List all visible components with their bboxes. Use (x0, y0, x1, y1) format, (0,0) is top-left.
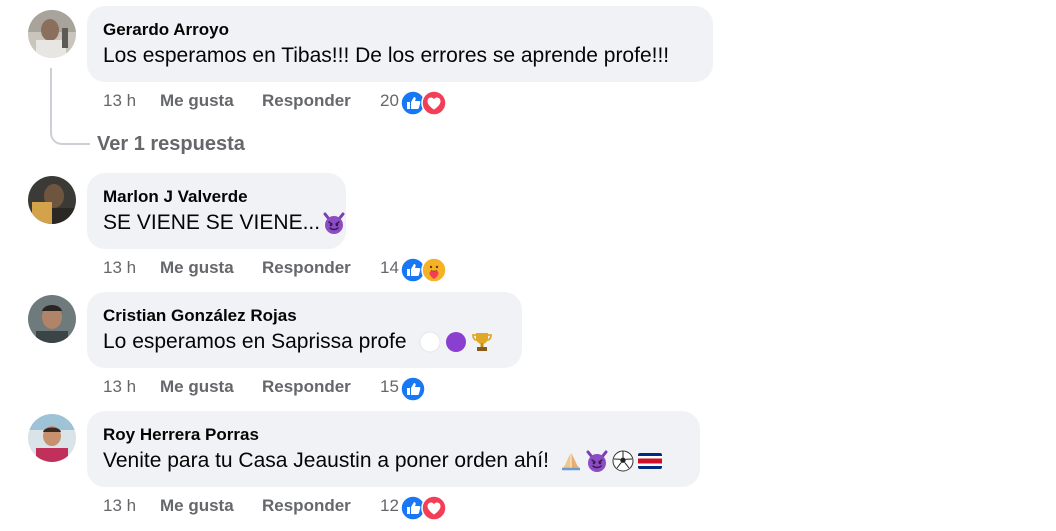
comment-text: Lo esperamos en Saprissa profe (103, 328, 506, 356)
reaction-count[interactable]: 20 (380, 86, 399, 116)
reply-button[interactable]: Responder (262, 372, 380, 402)
soccer-ball-emoji (612, 450, 634, 472)
reply-button[interactable]: Responder (262, 491, 380, 521)
comment-author[interactable]: Roy Herrera Porras (103, 425, 684, 445)
comment-text-content: SE VIENE SE VIENE... (103, 211, 321, 234)
love-icon (421, 90, 447, 116)
comment-author[interactable]: Marlon J Valverde (103, 187, 330, 207)
reaction-count[interactable]: 14 (380, 253, 399, 283)
like-button[interactable]: Me gusta (160, 86, 262, 116)
comment-timestamp[interactable]: 13 h (103, 86, 160, 116)
comment-actions: 13 h Me gusta Responder 12 (103, 491, 447, 521)
comment-text-content: Lo esperamos en Saprissa profe (103, 330, 407, 353)
smiling-devil-emoji (586, 450, 608, 473)
avatar[interactable] (28, 414, 76, 462)
like-icon (400, 376, 426, 402)
reaction-count[interactable]: 12 (380, 491, 399, 521)
comment-bubble: Gerardo Arroyo Los esperamos en Tibas!!!… (87, 6, 713, 82)
comment-bubble: Roy Herrera Porras Venite para tu Casa J… (87, 411, 700, 487)
love-icon (421, 495, 447, 521)
avatar[interactable] (28, 10, 76, 58)
purple-circle-emoji (446, 332, 467, 353)
smiling-devil-emoji (323, 212, 345, 235)
view-replies-link[interactable]: Ver 1 respuesta (97, 130, 245, 158)
comment-text-content: Venite para tu Casa Jeaustin a poner ord… (103, 449, 549, 472)
comment-author[interactable]: Cristian González Rojas (103, 306, 506, 326)
costa-rica-flag-emoji (637, 453, 662, 470)
comment-actions: 13 h Me gusta Responder 20 (103, 86, 447, 116)
like-button[interactable]: Me gusta (160, 491, 262, 521)
reply-thread-line (50, 68, 90, 145)
trophy-emoji (472, 333, 493, 352)
comment-text: SE VIENE SE VIENE... (103, 209, 345, 237)
comment-bubble: Marlon J Valverde SE VIENE SE VIENE... (87, 173, 346, 249)
like-button[interactable]: Me gusta (160, 372, 262, 402)
reaction-icons[interactable] (400, 254, 447, 284)
comment-timestamp[interactable]: 13 h (103, 372, 160, 402)
reply-button[interactable]: Responder (262, 86, 380, 116)
reaction-icons[interactable] (400, 492, 447, 522)
folded-hands-emoji (561, 453, 580, 471)
care-icon (421, 257, 447, 283)
white-circle-emoji (419, 331, 441, 353)
avatar[interactable] (28, 295, 76, 343)
comment-bubble: Cristian González Rojas Lo esperamos en … (87, 292, 522, 368)
comment-timestamp[interactable]: 13 h (103, 491, 160, 521)
like-button[interactable]: Me gusta (160, 253, 262, 283)
reply-button[interactable]: Responder (262, 253, 380, 283)
comment-text: Los esperamos en Tibas!!! De los errores… (103, 44, 670, 67)
avatar[interactable] (28, 176, 76, 224)
reaction-count[interactable]: 15 (380, 372, 399, 402)
comment-actions: 13 h Me gusta Responder 15 (103, 372, 426, 402)
comment-author[interactable]: Gerardo Arroyo (103, 20, 697, 40)
reaction-icons[interactable] (400, 87, 447, 117)
comment-timestamp[interactable]: 13 h (103, 253, 160, 283)
reaction-icons[interactable] (400, 373, 426, 403)
comment-actions: 13 h Me gusta Responder 14 (103, 253, 447, 283)
comment-text: Venite para tu Casa Jeaustin a poner ord… (103, 447, 684, 475)
